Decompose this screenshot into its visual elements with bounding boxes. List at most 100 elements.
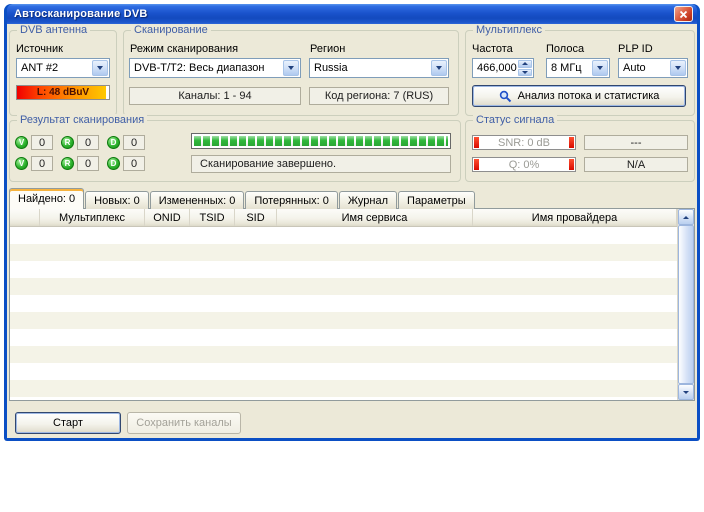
close-button[interactable] [674, 6, 693, 22]
column-header[interactable]: ONID [145, 209, 190, 226]
indicator-count: 0 [77, 135, 99, 150]
tab[interactable]: Параметры [398, 191, 475, 209]
scan-indicator: R 0 [61, 153, 107, 174]
tab-label: Параметры [407, 195, 466, 207]
region-label: Регион [310, 43, 345, 55]
magnifier-icon [499, 90, 512, 103]
status-light-icon: V [15, 136, 28, 149]
status-light-icon: V [15, 157, 28, 170]
scan-progress-fill [194, 136, 448, 146]
scan-indicator: V 0 [15, 132, 61, 153]
scan-indicators: V 0 R 0 D 0 V 0 R 0 [15, 132, 153, 174]
chevron-up-icon [522, 62, 528, 65]
start-button[interactable]: Старт [15, 412, 121, 434]
indicator-count: 0 [77, 156, 99, 171]
scan-progress-bar [191, 133, 451, 149]
analyze-stream-label: Анализ потока и статистика [518, 90, 660, 102]
dropdown-arrow-button[interactable] [592, 60, 608, 76]
snr-meter: SNR: 0 dB [472, 135, 576, 150]
frequency-label: Частота [472, 43, 513, 55]
scan-result-group: Результат сканирования V 0 R 0 D 0 [9, 120, 461, 182]
tab-label: Журнал [348, 195, 388, 207]
spin-down-button[interactable] [518, 69, 532, 77]
vertical-scrollbar[interactable] [677, 209, 694, 400]
scanning-group-caption: Сканирование [131, 24, 211, 36]
antenna-source-select[interactable]: ANT #2 [16, 58, 110, 78]
chevron-down-icon [597, 66, 603, 70]
dropdown-arrow-button[interactable] [670, 60, 686, 76]
region-value: Russia [314, 62, 348, 74]
save-channels-button[interactable]: Сохранить каналы [127, 412, 241, 434]
scan-indicator: D 0 [107, 132, 153, 153]
tab[interactable]: Измененных: 0 [150, 191, 245, 209]
window-title: Автосканирование DVB [14, 8, 674, 20]
scroll-down-button[interactable] [678, 384, 694, 400]
multiplex-group: Мультиплекс Частота 466,000 Полоса 8 МГц… [465, 30, 695, 116]
meter-min-mark [474, 137, 479, 148]
tab-label: Новых: 0 [94, 195, 140, 207]
status-light-icon: D [107, 157, 120, 170]
scroll-up-button[interactable] [678, 209, 694, 225]
dropdown-arrow-button[interactable] [283, 60, 299, 76]
analyze-stream-button[interactable]: Анализ потока и статистика [472, 85, 686, 107]
channels-table: МультиплексONIDTSIDSIDИмя сервисаИмя про… [9, 208, 695, 401]
chevron-up-icon [683, 216, 689, 219]
plp-id-select[interactable]: Auto [618, 58, 688, 78]
tab-strip: Найдено: 0 Новых: 0 Измененных: 0 Потеря… [9, 188, 476, 209]
bandwidth-select[interactable]: 8 МГц [546, 58, 610, 78]
tab[interactable]: Журнал [339, 191, 397, 209]
spin-up-button[interactable] [518, 60, 532, 68]
tab[interactable]: Найдено: 0 [9, 188, 84, 209]
chevron-down-icon [97, 66, 103, 70]
scan-indicator: D 0 [107, 153, 153, 174]
column-header[interactable]: Мультиплекс [40, 209, 145, 226]
dropdown-arrow-button[interactable] [431, 60, 447, 76]
tab[interactable]: Потерянных: 0 [245, 191, 338, 209]
frequency-value: 466,000 [477, 62, 517, 74]
snr-label: SNR: 0 dB [498, 137, 550, 149]
close-icon [679, 10, 688, 19]
column-header[interactable]: TSID [190, 209, 235, 226]
start-button-label: Старт [53, 417, 83, 429]
frequency-input[interactable]: 466,000 [472, 58, 534, 78]
scanning-group: Сканирование Режим сканирования DVB-T/T2… [123, 30, 459, 116]
dropdown-arrow-button[interactable] [92, 60, 108, 76]
quality-label: Q: 0% [509, 159, 540, 171]
save-channels-label: Сохранить каналы [136, 417, 231, 429]
scan-mode-select[interactable]: DVB-T/T2: Весь диапазон [129, 58, 301, 78]
chevron-down-icon [288, 66, 294, 70]
chevron-down-icon [675, 66, 681, 70]
column-header[interactable]: Имя провайдера [473, 209, 677, 226]
bandwidth-value: 8 МГц [551, 62, 582, 74]
frequency-spinner [518, 60, 532, 76]
snr-value: --- [584, 135, 688, 150]
autoscan-dvb-window: Автосканирование DVB DVB антенна Источни… [4, 4, 700, 441]
region-select[interactable]: Russia [309, 58, 449, 78]
meter-max-mark [569, 137, 574, 148]
column-header[interactable] [10, 209, 40, 226]
indicator-count: 0 [31, 156, 53, 171]
tab-label: Потерянных: 0 [254, 195, 329, 207]
meter-min-mark [474, 159, 479, 170]
scan-mode-value: DVB-T/T2: Весь диапазон [134, 62, 265, 74]
signal-status-caption: Статус сигнала [473, 114, 557, 126]
plp-id-label: PLP ID [618, 43, 653, 55]
indicator-count: 0 [123, 156, 145, 171]
chevron-down-icon [683, 391, 689, 394]
column-header[interactable]: SID [235, 209, 277, 226]
column-header[interactable]: Имя сервиса [277, 209, 473, 226]
status-light-icon: R [61, 157, 74, 170]
status-light-icon: D [107, 136, 120, 149]
title-bar: Автосканирование DVB [7, 4, 697, 24]
indicator-count: 0 [31, 135, 53, 150]
scan-mode-label: Режим сканирования [130, 43, 238, 55]
quality-value: N/A [584, 157, 688, 172]
tab[interactable]: Новых: 0 [85, 191, 149, 209]
tab-label: Измененных: 0 [159, 195, 236, 207]
screen: Автосканирование DVB DVB антенна Источни… [0, 0, 704, 512]
antenna-source-value: ANT #2 [21, 62, 58, 74]
scrollbar-thumb[interactable] [678, 225, 694, 384]
indicator-count: 0 [123, 135, 145, 150]
scan-result-caption: Результат сканирования [17, 114, 147, 126]
scan-status-text: Сканирование завершено. [191, 155, 451, 173]
